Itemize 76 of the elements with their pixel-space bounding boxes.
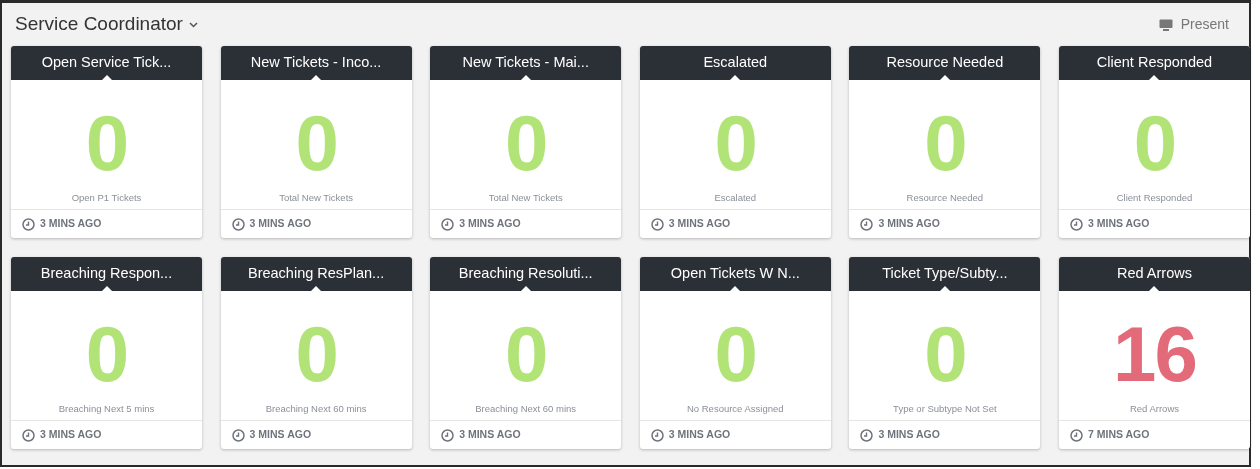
widget-caption: Breaching Next 5 mins: [58, 402, 155, 416]
widget-value: 0: [714, 315, 756, 393]
updated-time: 3 MINS AGO: [249, 427, 312, 443]
clock-icon: [860, 428, 874, 442]
pointer-notch-icon: [100, 75, 113, 81]
updated-time: 3 MINS AGO: [1087, 216, 1150, 232]
updated-time: 3 MINS AGO: [878, 216, 940, 232]
widget-caption: No Resource Assigned: [686, 402, 784, 416]
widget-value: 0: [85, 104, 128, 182]
updated-time: 7 MINS AGO: [1087, 427, 1150, 443]
updated-time: 3 MINS AGO: [40, 427, 102, 443]
widget-value: 0: [505, 315, 547, 393]
updated-time: 3 MINS AGO: [40, 216, 102, 232]
updated-time: 3 MINS AGO: [459, 427, 521, 443]
pointer-notch-icon: [938, 286, 951, 292]
pointer-notch-icon: [938, 75, 951, 81]
updated-time: 3 MINS AGO: [668, 216, 731, 232]
widget-title: Open Tickets W N...: [670, 264, 800, 284]
pointer-notch-icon: [1148, 75, 1161, 81]
clock-icon: [1069, 428, 1083, 442]
clock-icon: [231, 428, 245, 442]
clock-icon: [860, 217, 874, 231]
widget-title: Breaching Resoluti...: [458, 264, 593, 284]
pointer-notch-icon: [310, 286, 323, 292]
clock-icon: [22, 428, 35, 442]
widget-caption: Escalated: [714, 191, 757, 205]
widget-value: 16: [1113, 315, 1196, 393]
pointer-notch-icon: [729, 75, 742, 81]
clock-icon: [441, 217, 455, 231]
pointer-notch-icon: [519, 286, 532, 292]
widget-caption: Breaching Next 60 mins: [265, 402, 367, 416]
dashboard-title: Service Coordinator: [15, 12, 183, 37]
widget-value: 0: [85, 315, 128, 393]
clock-icon: [650, 428, 664, 442]
widget-caption: Total New Tickets: [279, 191, 354, 205]
clock-icon: [650, 217, 664, 231]
widget-caption: Red Arrows: [1129, 402, 1179, 416]
widget-title: Escalated: [703, 53, 768, 73]
widget-caption: Client Responded: [1116, 191, 1193, 205]
widget-title: Red Arrows: [1117, 264, 1192, 284]
clock-icon: [231, 217, 245, 231]
clock-icon: [441, 428, 455, 442]
widget-title: New Tickets - Mai...: [462, 53, 589, 73]
pointer-notch-icon: [729, 286, 742, 292]
updated-time: 3 MINS AGO: [668, 427, 731, 443]
widget-caption: Breaching Next 60 mins: [475, 402, 577, 416]
widget-value: 0: [924, 104, 966, 182]
widget-value: 0: [295, 315, 337, 393]
widget-value: 0: [295, 104, 337, 182]
pointer-notch-icon: [1148, 286, 1161, 292]
present-button[interactable]: Present: [1158, 14, 1229, 35]
widget-title: Breaching ResPlan...: [248, 264, 385, 284]
monitor-icon: [1158, 18, 1173, 31]
widget-caption: Resource Needed: [906, 191, 984, 205]
widget-value: 0: [505, 104, 547, 182]
pointer-notch-icon: [100, 286, 113, 292]
widget-value: 0: [1133, 104, 1176, 182]
widget-title: New Tickets - Inco...: [250, 53, 382, 73]
widget-value: 0: [714, 104, 756, 182]
updated-time: 3 MINS AGO: [249, 216, 312, 232]
updated-time: 3 MINS AGO: [459, 216, 521, 232]
widget-caption: Open P1 Tickets: [71, 191, 142, 205]
widget-title: Breaching Respon...: [40, 264, 173, 284]
widget-caption: Total New Tickets: [488, 191, 563, 205]
widget-title: Open Service Tick...: [41, 53, 172, 73]
clock-icon: [1069, 217, 1083, 231]
pointer-notch-icon: [519, 75, 532, 81]
clock-icon: [22, 217, 35, 231]
widget-title: Resource Needed: [886, 53, 1004, 73]
widget-title: Ticket Type/Subty...: [882, 264, 1008, 284]
widget-caption: Type or Subtype Not Set: [893, 402, 997, 416]
pointer-notch-icon: [310, 75, 323, 81]
caret-icon[interactable]: [188, 21, 198, 28]
widget-value: 0: [924, 315, 966, 393]
updated-time: 3 MINS AGO: [878, 427, 940, 443]
widget-title: Client Responded: [1096, 53, 1213, 73]
